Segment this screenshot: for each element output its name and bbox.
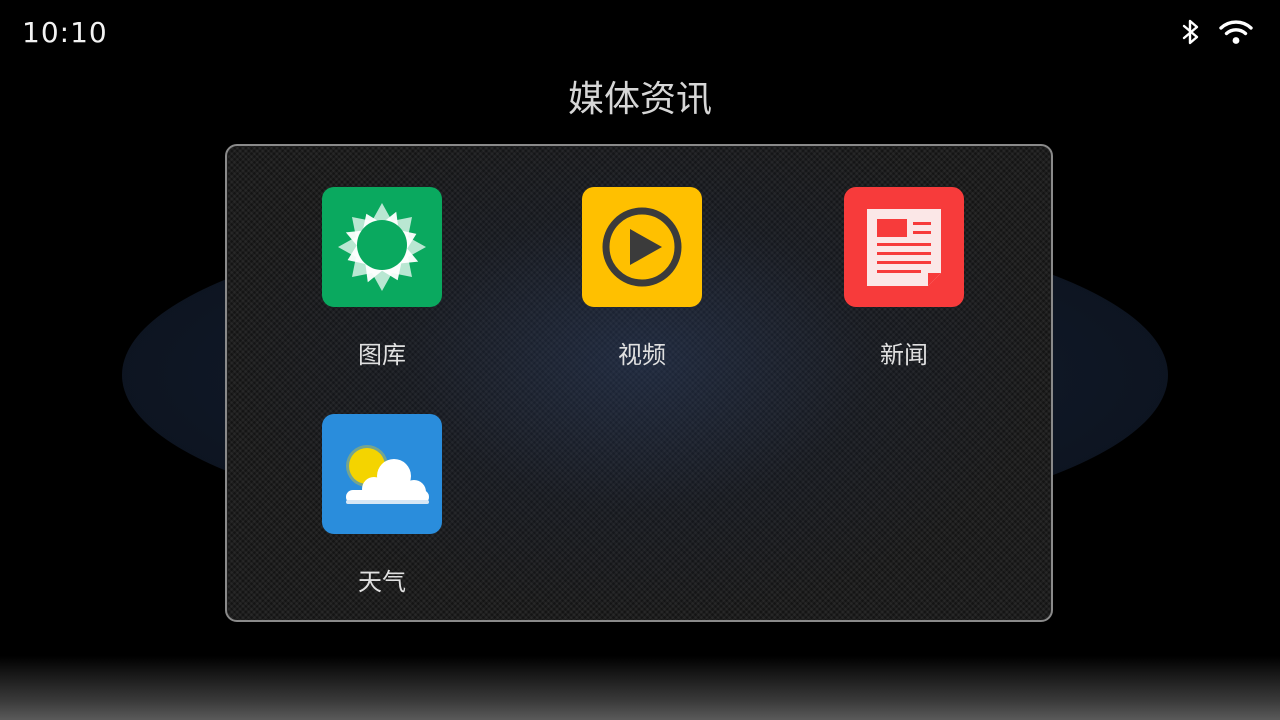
gallery-icon [322,187,442,307]
app-label: 天气 [358,568,406,596]
status-icons [1182,18,1254,50]
bluetooth-icon [1182,18,1200,50]
app-label: 新闻 [880,341,928,369]
weather-icon [322,414,442,534]
app-label: 视频 [618,341,666,369]
app-gallery[interactable]: 图库 [302,187,462,370]
page-title: 媒体资讯 [567,79,712,120]
app-weather[interactable]: 天气 [302,414,462,597]
bottom-bar [0,656,1280,720]
news-icon [844,187,964,307]
app-news[interactable]: 新闻 [824,187,984,370]
app-label: 图库 [358,341,406,369]
app-video[interactable]: 视频 [562,187,722,370]
status-time: 10:10 [22,16,108,49]
app-grid-panel: 图库 视频 新闻 天气 [225,144,1053,622]
video-icon [582,187,702,307]
wifi-icon [1218,18,1254,50]
